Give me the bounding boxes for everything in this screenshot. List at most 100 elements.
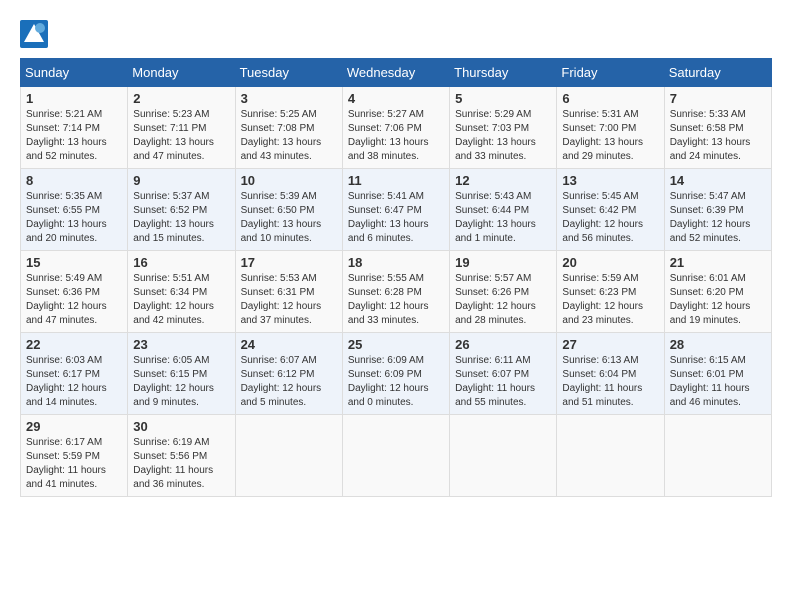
- week-row-5: 29 Sunrise: 6:17 AM Sunset: 5:59 PM Dayli…: [21, 415, 772, 497]
- page-header: [20, 20, 772, 48]
- calendar-cell: 4 Sunrise: 5:27 AM Sunset: 7:06 PM Daylig…: [342, 87, 449, 169]
- header-sunday: Sunday: [21, 59, 128, 87]
- day-number: 2: [133, 91, 229, 106]
- calendar-cell: 1 Sunrise: 5:21 AM Sunset: 7:14 PM Daylig…: [21, 87, 128, 169]
- day-number: 19: [455, 255, 551, 270]
- day-info: Sunrise: 5:53 AM Sunset: 6:31 PM Dayligh…: [241, 272, 337, 328]
- calendar-cell: 15 Sunrise: 5:49 AM Sunset: 6:36 PM Dayli…: [21, 251, 128, 333]
- calendar-cell: [235, 415, 342, 497]
- day-info: Sunrise: 5:23 AM Sunset: 7:11 PM Dayligh…: [133, 108, 229, 164]
- week-row-3: 15 Sunrise: 5:49 AM Sunset: 6:36 PM Dayli…: [21, 251, 772, 333]
- day-info: Sunrise: 5:25 AM Sunset: 7:08 PM Dayligh…: [241, 108, 337, 164]
- day-info: Sunrise: 5:33 AM Sunset: 6:58 PM Dayligh…: [670, 108, 766, 164]
- calendar-cell: 29 Sunrise: 6:17 AM Sunset: 5:59 PM Dayli…: [21, 415, 128, 497]
- calendar-cell: 12 Sunrise: 5:43 AM Sunset: 6:44 PM Dayli…: [450, 169, 557, 251]
- calendar-cell: 13 Sunrise: 5:45 AM Sunset: 6:42 PM Dayli…: [557, 169, 664, 251]
- week-row-2: 8 Sunrise: 5:35 AM Sunset: 6:55 PM Daylig…: [21, 169, 772, 251]
- day-info: Sunrise: 6:15 AM Sunset: 6:01 PM Dayligh…: [670, 354, 766, 410]
- logo-icon: [20, 20, 48, 48]
- day-number: 14: [670, 173, 766, 188]
- day-number: 6: [562, 91, 658, 106]
- day-number: 17: [241, 255, 337, 270]
- day-info: Sunrise: 5:35 AM Sunset: 6:55 PM Dayligh…: [26, 190, 122, 246]
- day-info: Sunrise: 6:13 AM Sunset: 6:04 PM Dayligh…: [562, 354, 658, 410]
- day-number: 16: [133, 255, 229, 270]
- day-info: Sunrise: 5:43 AM Sunset: 6:44 PM Dayligh…: [455, 190, 551, 246]
- day-number: 3: [241, 91, 337, 106]
- header-saturday: Saturday: [664, 59, 771, 87]
- day-info: Sunrise: 5:41 AM Sunset: 6:47 PM Dayligh…: [348, 190, 444, 246]
- calendar-cell: [342, 415, 449, 497]
- calendar-cell: 24Sunrise: 6:07 AM Sunset: 6:12 PM Dayli…: [235, 333, 342, 415]
- day-number: 30: [133, 419, 229, 434]
- day-info: Sunrise: 5:57 AM Sunset: 6:26 PM Dayligh…: [455, 272, 551, 328]
- day-number: 23: [133, 337, 229, 352]
- header-monday: Monday: [128, 59, 235, 87]
- calendar-cell: 11 Sunrise: 5:41 AM Sunset: 6:47 PM Dayli…: [342, 169, 449, 251]
- calendar-cell: 8 Sunrise: 5:35 AM Sunset: 6:55 PM Daylig…: [21, 169, 128, 251]
- day-number: 5: [455, 91, 551, 106]
- calendar-cell: 3 Sunrise: 5:25 AM Sunset: 7:08 PM Daylig…: [235, 87, 342, 169]
- day-info: Sunrise: 6:09 AM Sunset: 6:09 PM Dayligh…: [348, 354, 444, 410]
- calendar-cell: 17 Sunrise: 5:53 AM Sunset: 6:31 PM Dayli…: [235, 251, 342, 333]
- day-info: Sunrise: 5:51 AM Sunset: 6:34 PM Dayligh…: [133, 272, 229, 328]
- day-number: 24: [241, 337, 337, 352]
- day-number: 15: [26, 255, 122, 270]
- day-info: Sunrise: 6:01 AM Sunset: 6:20 PM Dayligh…: [670, 272, 766, 328]
- calendar-cell: 22Sunrise: 6:03 AM Sunset: 6:17 PM Dayli…: [21, 333, 128, 415]
- header-wednesday: Wednesday: [342, 59, 449, 87]
- calendar-cell: 28 Sunrise: 6:15 AM Sunset: 6:01 PM Dayli…: [664, 333, 771, 415]
- calendar-cell: 21 Sunrise: 6:01 AM Sunset: 6:20 PM Dayli…: [664, 251, 771, 333]
- calendar-cell: 19 Sunrise: 5:57 AM Sunset: 6:26 PM Dayli…: [450, 251, 557, 333]
- header-thursday: Thursday: [450, 59, 557, 87]
- calendar-cell: 20Sunrise: 5:59 AM Sunset: 6:23 PM Dayli…: [557, 251, 664, 333]
- calendar-cell: 30Sunrise: 6:19 AM Sunset: 5:56 PM Dayli…: [128, 415, 235, 497]
- week-row-4: 22Sunrise: 6:03 AM Sunset: 6:17 PM Dayli…: [21, 333, 772, 415]
- day-info: Sunrise: 5:45 AM Sunset: 6:42 PM Dayligh…: [562, 190, 658, 246]
- calendar-cell: [557, 415, 664, 497]
- day-info: Sunrise: 5:27 AM Sunset: 7:06 PM Dayligh…: [348, 108, 444, 164]
- calendar-cell: 7Sunrise: 5:33 AM Sunset: 6:58 PM Daylig…: [664, 87, 771, 169]
- calendar-cell: 26Sunrise: 6:11 AM Sunset: 6:07 PM Dayli…: [450, 333, 557, 415]
- day-number: 18: [348, 255, 444, 270]
- header-friday: Friday: [557, 59, 664, 87]
- day-number: 13: [562, 173, 658, 188]
- day-info: Sunrise: 5:21 AM Sunset: 7:14 PM Dayligh…: [26, 108, 122, 164]
- day-number: 27: [562, 337, 658, 352]
- calendar-cell: 6 Sunrise: 5:31 AM Sunset: 7:00 PM Daylig…: [557, 87, 664, 169]
- day-number: 10: [241, 173, 337, 188]
- calendar-cell: 5Sunrise: 5:29 AM Sunset: 7:03 PM Daylig…: [450, 87, 557, 169]
- day-number: 21: [670, 255, 766, 270]
- day-info: Sunrise: 5:55 AM Sunset: 6:28 PM Dayligh…: [348, 272, 444, 328]
- calendar-cell: 16 Sunrise: 5:51 AM Sunset: 6:34 PM Dayli…: [128, 251, 235, 333]
- day-number: 11: [348, 173, 444, 188]
- day-info: Sunrise: 6:03 AM Sunset: 6:17 PM Dayligh…: [26, 354, 122, 410]
- calendar-cell: [450, 415, 557, 497]
- calendar-table: SundayMondayTuesdayWednesdayThursdayFrid…: [20, 58, 772, 497]
- day-number: 12: [455, 173, 551, 188]
- day-info: Sunrise: 5:49 AM Sunset: 6:36 PM Dayligh…: [26, 272, 122, 328]
- day-number: 4: [348, 91, 444, 106]
- calendar-cell: [664, 415, 771, 497]
- calendar-cell: 9 Sunrise: 5:37 AM Sunset: 6:52 PM Daylig…: [128, 169, 235, 251]
- day-number: 1: [26, 91, 122, 106]
- calendar-cell: 25Sunrise: 6:09 AM Sunset: 6:09 PM Dayli…: [342, 333, 449, 415]
- week-row-1: 1 Sunrise: 5:21 AM Sunset: 7:14 PM Daylig…: [21, 87, 772, 169]
- day-info: Sunrise: 5:47 AM Sunset: 6:39 PM Dayligh…: [670, 190, 766, 246]
- day-info: Sunrise: 5:39 AM Sunset: 6:50 PM Dayligh…: [241, 190, 337, 246]
- day-number: 20: [562, 255, 658, 270]
- day-number: 9: [133, 173, 229, 188]
- calendar-cell: 23Sunrise: 6:05 AM Sunset: 6:15 PM Dayli…: [128, 333, 235, 415]
- calendar-cell: 18 Sunrise: 5:55 AM Sunset: 6:28 PM Dayli…: [342, 251, 449, 333]
- day-number: 8: [26, 173, 122, 188]
- day-number: 29: [26, 419, 122, 434]
- day-info: Sunrise: 5:37 AM Sunset: 6:52 PM Dayligh…: [133, 190, 229, 246]
- logo: [20, 20, 52, 48]
- day-number: 28: [670, 337, 766, 352]
- header-tuesday: Tuesday: [235, 59, 342, 87]
- day-info: Sunrise: 5:31 AM Sunset: 7:00 PM Dayligh…: [562, 108, 658, 164]
- calendar-cell: 14 Sunrise: 5:47 AM Sunset: 6:39 PM Dayli…: [664, 169, 771, 251]
- calendar-cell: 2 Sunrise: 5:23 AM Sunset: 7:11 PM Daylig…: [128, 87, 235, 169]
- day-info: Sunrise: 6:17 AM Sunset: 5:59 PM Dayligh…: [26, 436, 122, 492]
- day-info: Sunrise: 6:11 AM Sunset: 6:07 PM Dayligh…: [455, 354, 551, 410]
